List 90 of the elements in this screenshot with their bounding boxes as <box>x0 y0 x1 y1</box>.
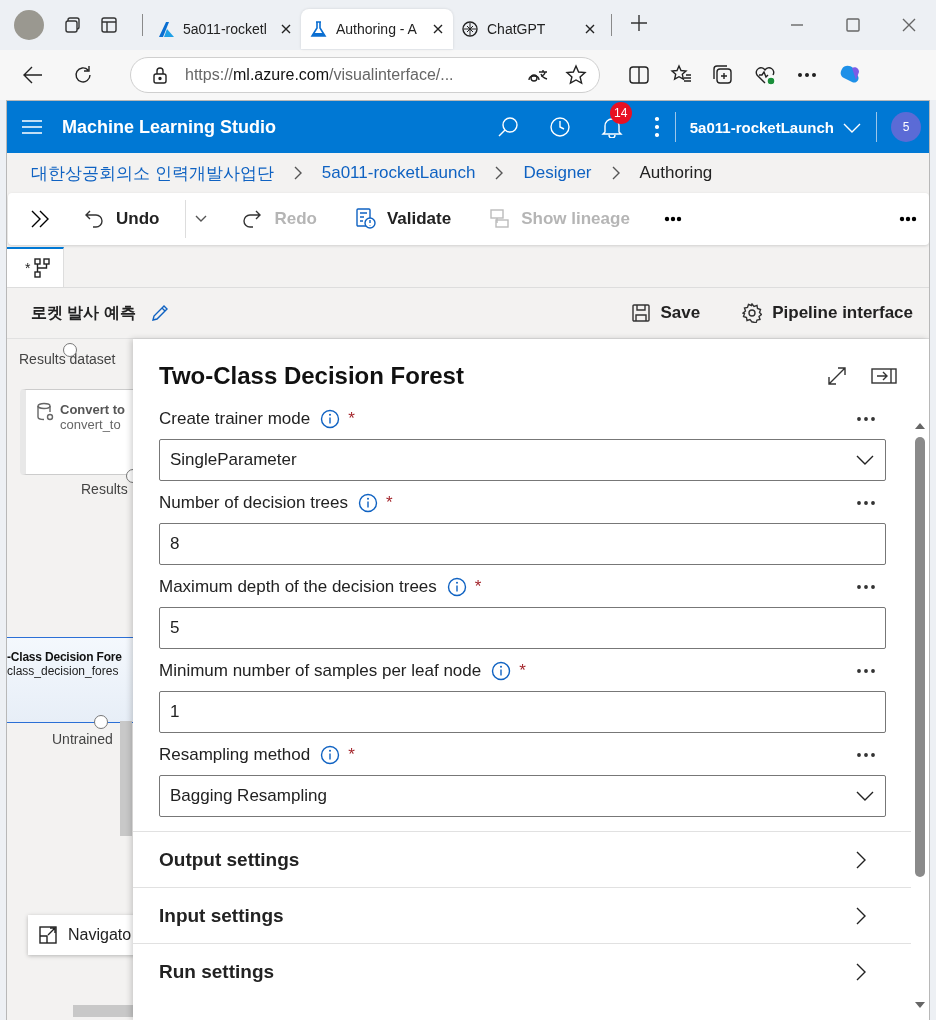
scrollbar-thumb[interactable] <box>915 437 925 877</box>
new-tab-icon[interactable] <box>630 14 648 32</box>
validate-button[interactable]: Validate <box>350 202 456 236</box>
navigator-button[interactable]: Navigato <box>28 915 133 955</box>
more-icon[interactable] <box>856 582 876 592</box>
save-button[interactable]: Save <box>630 303 701 323</box>
module-node[interactable]: -Class Decision Fore class_decision_fores <box>7 637 133 723</box>
pencil-icon[interactable] <box>149 303 170 323</box>
section-header[interactable]: Run settings <box>133 943 911 999</box>
user-avatar[interactable]: 5 <box>891 112 921 142</box>
info-icon[interactable] <box>320 745 341 765</box>
browser-tab[interactable]: ChatGPT <box>453 9 605 49</box>
required-mark: * <box>386 493 393 513</box>
sidebar-icon[interactable] <box>100 16 118 34</box>
collections-add-icon[interactable] <box>712 64 734 86</box>
split-screen-icon[interactable] <box>628 64 650 86</box>
favorite-star-icon[interactable] <box>565 64 587 86</box>
required-mark: * <box>348 409 355 429</box>
input-field[interactable]: 1 <box>159 691 886 733</box>
undo-icon <box>84 208 106 230</box>
flask-icon <box>309 20 328 38</box>
scrollbar-thumb[interactable] <box>120 721 132 836</box>
heart-pulse-icon[interactable] <box>754 64 776 86</box>
expand-panel-icon[interactable] <box>30 209 50 229</box>
azure-logo-icon <box>157 20 175 38</box>
port-label: Results <box>81 481 128 497</box>
pipeline-icon <box>31 258 52 278</box>
port-label: Untrained <box>52 731 113 747</box>
navigator-icon <box>38 925 58 945</box>
input-field[interactable]: 8 <box>159 523 886 565</box>
browser-tab[interactable]: Authoring - A <box>301 9 453 49</box>
module-node[interactable]: Convert to convert_to <box>20 389 133 475</box>
field-label: Maximum depth of the decision trees <box>159 577 437 597</box>
required-mark: * <box>474 577 482 597</box>
field-label: Number of decision trees <box>159 493 348 513</box>
back-icon[interactable] <box>22 64 44 86</box>
more-icon[interactable] <box>856 498 876 508</box>
info-icon[interactable] <box>358 493 378 513</box>
more-icon[interactable] <box>856 666 876 676</box>
more-icon[interactable] <box>856 750 876 760</box>
database-icon <box>36 402 54 422</box>
breadcrumb-link[interactable]: Designer <box>523 163 592 183</box>
close-icon[interactable] <box>583 22 597 36</box>
address-field[interactable]: https://ml.azure.com/visualinterface/... <box>130 57 600 93</box>
gear-icon <box>742 303 763 323</box>
field-label: Minimum number of samples per leaf node <box>159 661 482 681</box>
section-header[interactable]: Input settings <box>133 887 911 943</box>
checklist-icon <box>354 208 377 230</box>
info-icon[interactable] <box>491 661 512 681</box>
workspace-selector[interactable]: 5a011-rocketLaunch <box>689 114 862 140</box>
required-mark: * <box>519 661 526 681</box>
field-label: Create trainer mode <box>159 409 311 429</box>
undo-button[interactable]: Undo <box>80 202 164 236</box>
input-field[interactable]: 5 <box>159 607 886 649</box>
search-icon[interactable] <box>496 116 519 138</box>
scrollbar-thumb[interactable] <box>73 1005 133 1017</box>
port-circle[interactable] <box>94 715 108 729</box>
more-icon[interactable] <box>856 414 876 424</box>
close-icon[interactable] <box>279 22 293 36</box>
port-label: Results dataset <box>19 351 116 367</box>
pipeline-interface-button[interactable]: Pipeline interface <box>742 303 913 323</box>
menu-icon[interactable] <box>21 118 43 136</box>
dropdown[interactable]: Bagging Resampling <box>159 775 886 817</box>
panel-title: Two-Class Decision Forest <box>159 362 465 390</box>
app-title: Machine Learning Studio <box>62 116 277 138</box>
browser-tab[interactable]: 5a011-rocketl <box>149 9 301 49</box>
clock-icon[interactable] <box>548 116 571 138</box>
info-icon[interactable] <box>320 409 341 429</box>
dropdown[interactable]: SingleParameter <box>159 439 886 481</box>
collapse-panel-icon[interactable] <box>871 367 897 385</box>
breadcrumb-link[interactable]: 대한상공회의소 인력개발사업단 <box>31 161 274 185</box>
info-icon[interactable] <box>446 577 467 597</box>
save-icon <box>630 303 651 323</box>
knot-logo-icon <box>461 20 479 38</box>
lock-icon <box>151 66 169 84</box>
close-icon[interactable] <box>431 22 445 36</box>
bell-icon[interactable] <box>600 116 623 138</box>
field-label: Resampling method <box>159 745 311 765</box>
breadcrumb-link[interactable]: 5a011-rocketLaunch <box>321 163 476 183</box>
required-mark: * <box>348 745 355 765</box>
pipeline-tab[interactable]: * <box>7 247 65 287</box>
lineage-icon <box>489 208 512 230</box>
refresh-icon[interactable] <box>72 64 94 86</box>
expand-icon[interactable] <box>827 366 847 386</box>
pipeline-name: 로켓 발사 예측 <box>31 302 136 323</box>
section-header[interactable]: Output settings <box>133 831 911 887</box>
maximize-icon[interactable] <box>846 18 860 32</box>
breadcrumb-current: Authoring <box>639 163 713 183</box>
collections-icon[interactable] <box>64 16 82 34</box>
notification-badge: 14 <box>609 102 632 124</box>
